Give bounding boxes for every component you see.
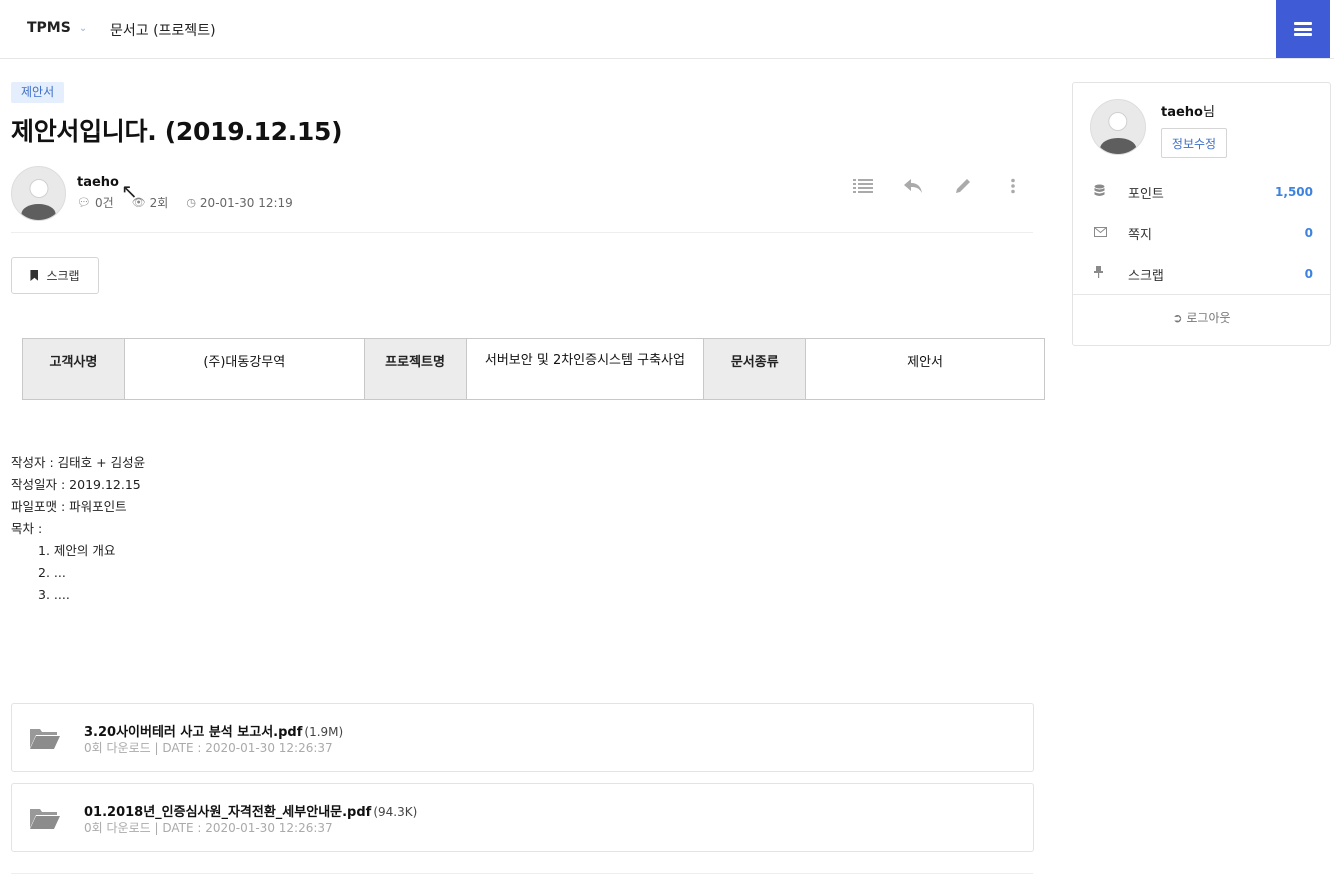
category-badge[interactable]: 제안서 xyxy=(11,82,65,103)
points-value: 1,500 xyxy=(1275,185,1313,199)
hamburger-menu-button[interactable] xyxy=(1276,0,1330,58)
scrap-row[interactable]: 스크랩 0 xyxy=(1073,254,1330,294)
body-line: 파일포맷 : 파워포인트 xyxy=(11,499,127,514)
sign-out-icon: ➲ xyxy=(1172,311,1183,325)
author-avatar[interactable] xyxy=(11,166,66,221)
doctype-value: 제안서 xyxy=(805,338,1045,400)
attachment-item[interactable]: 3.20사이버테러 사고 분석 보고서.pdf (1.9M) 0회 다운로드 | … xyxy=(11,703,1034,772)
client-label: 고객사명 xyxy=(22,338,125,400)
attachment-name[interactable]: 3.20사이버테러 사고 분석 보고서.pdf (1.9M) xyxy=(84,721,343,740)
toc-item: 1. 제안의 개요 xyxy=(38,543,116,558)
scrap-label: 스크랩 xyxy=(1128,268,1164,284)
attachment-name[interactable]: 01.2018년_인증심사원_자격전환_세부안내문.pdf (94.3K) xyxy=(84,801,417,820)
scrap-button[interactable]: 스크랩 xyxy=(11,257,99,294)
toc-list: 1. 제안의 개요 2. ... 3. .... xyxy=(11,540,145,606)
memo-row[interactable]: 쪽지 0 xyxy=(1073,213,1330,253)
attachment-meta: 0회 다운로드 | DATE : 2020-01-30 12:26:37 xyxy=(84,821,333,835)
document-info-table: 고객사명 (주)대동강무역 프로젝트명 서버보안 및 2차인증시스템 구축사업 … xyxy=(22,338,1045,400)
body-line: 목차 : xyxy=(11,521,43,536)
post-datetime: ◷ 20-01-30 12:19 xyxy=(186,195,293,210)
toc-item: 2. ... xyxy=(38,565,66,580)
attachment-size: (1.9M) xyxy=(304,725,344,739)
list-icon[interactable] xyxy=(852,176,874,196)
clock-icon: ◷ xyxy=(186,196,196,209)
top-navbar: TPMS ⌄ 문서고 (프로젝트) xyxy=(0,0,1334,59)
mouse-cursor-icon: ↖ xyxy=(121,179,138,203)
body-line: 작성일자 : 2019.12.15 xyxy=(11,477,141,492)
memo-value: 0 xyxy=(1304,226,1313,240)
doctype-label: 문서종류 xyxy=(703,338,807,400)
post-actions xyxy=(852,176,1024,196)
memo-label: 쪽지 xyxy=(1128,227,1152,243)
comment-count: 💬︎ 0건 xyxy=(77,196,114,210)
user-name: taeho님 xyxy=(1161,105,1215,120)
divider xyxy=(1073,294,1330,295)
edit-icon[interactable] xyxy=(952,176,974,196)
reply-icon[interactable] xyxy=(902,176,924,196)
user-panel: taeho님 정보수정 포인트 1,500 쪽지 0 스크랩 0 ➲ 로그아웃 xyxy=(1072,82,1331,346)
scrap-button-label: 스크랩 xyxy=(46,269,80,283)
user-avatar[interactable] xyxy=(1090,99,1146,155)
post-meta: 💬︎ 0건 👁︎ 2회 ◷ 20-01-30 12:19 xyxy=(77,194,293,211)
attachment-item[interactable]: 01.2018년_인증심사원_자격전환_세부안내문.pdf (94.3K) 0회 … xyxy=(11,783,1034,852)
edit-profile-button[interactable]: 정보수정 xyxy=(1161,128,1227,158)
bookmark-icon xyxy=(30,270,39,281)
divider xyxy=(11,873,1033,874)
points-label: 포인트 xyxy=(1128,186,1164,202)
attachment-size: (94.3K) xyxy=(373,805,418,819)
page-title: 제안서입니다. (2019.12.15) xyxy=(11,117,343,146)
toc-item: 3. .... xyxy=(38,587,70,602)
folder-open-icon xyxy=(30,729,60,749)
database-icon xyxy=(1094,184,1105,201)
project-label: 프로젝트명 xyxy=(363,338,467,400)
brand-label: TPMS xyxy=(27,20,71,36)
divider xyxy=(11,232,1033,233)
breadcrumb[interactable]: 문서고 (프로젝트) xyxy=(110,20,216,40)
logout-link[interactable]: ➲ 로그아웃 xyxy=(1073,309,1330,326)
attachment-meta: 0회 다운로드 | DATE : 2020-01-30 12:26:37 xyxy=(84,741,333,755)
pin-icon xyxy=(1094,266,1103,282)
author-name[interactable]: taeho xyxy=(77,175,119,190)
comment-icon: 💬︎ xyxy=(77,196,91,209)
logout-label: 로그아웃 xyxy=(1186,311,1231,325)
scrap-value: 0 xyxy=(1304,267,1313,281)
folder-open-icon xyxy=(30,809,60,829)
post-body: 작성자 : 김태호 + 김성윤 작성일자 : 2019.12.15 파일포맷 :… xyxy=(11,452,145,606)
more-icon[interactable] xyxy=(1002,176,1024,196)
chevron-down-icon: ⌄ xyxy=(78,22,88,34)
client-value: (주)대동강무역 xyxy=(123,338,365,400)
project-value: 서버보안 및 2차인증시스템 구축사업 xyxy=(465,338,705,400)
envelope-icon xyxy=(1094,226,1107,241)
points-row[interactable]: 포인트 1,500 xyxy=(1073,172,1330,212)
body-line: 작성자 : 김태호 + 김성윤 xyxy=(11,455,146,470)
hamburger-menu-icon xyxy=(1294,22,1312,36)
brand-dropdown[interactable]: TPMS ⌄ xyxy=(27,20,87,36)
